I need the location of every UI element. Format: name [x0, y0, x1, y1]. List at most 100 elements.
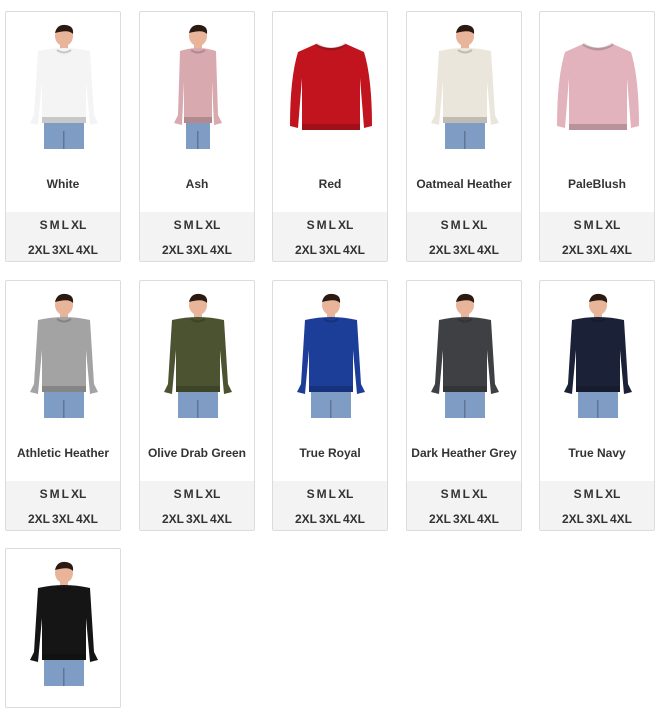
size-option[interactable]: 3XL: [186, 512, 208, 526]
color-name: Oatmeal Heather: [416, 177, 512, 191]
color-name: True Navy: [568, 446, 626, 460]
size-option[interactable]: 2XL: [295, 243, 317, 257]
size-option[interactable]: 2XL: [28, 512, 50, 526]
size-option[interactable]: XL: [71, 218, 86, 232]
size-option[interactable]: L: [196, 487, 203, 501]
size-option[interactable]: 4XL: [477, 512, 499, 526]
size-option[interactable]: 2XL: [162, 243, 184, 257]
size-option[interactable]: 3XL: [453, 512, 475, 526]
size-option[interactable]: 4XL: [477, 243, 499, 257]
size-option[interactable]: M: [50, 218, 60, 232]
product-image[interactable]: [540, 289, 654, 424]
size-option[interactable]: 2XL: [162, 512, 184, 526]
size-option[interactable]: L: [463, 218, 470, 232]
product-card[interactable]: [5, 548, 121, 708]
size-option[interactable]: S: [441, 218, 449, 232]
size-option[interactable]: M: [451, 487, 461, 501]
product-card[interactable]: True Royal S M L XL 2XL 3XL 4XL: [272, 280, 388, 531]
product-card[interactable]: Dark Heather Grey S M L XL 2XL 3XL 4XL: [406, 280, 522, 531]
size-option[interactable]: L: [463, 487, 470, 501]
size-option[interactable]: 3XL: [52, 512, 74, 526]
product-image[interactable]: [140, 289, 254, 424]
size-option[interactable]: 4XL: [210, 512, 232, 526]
size-option[interactable]: 4XL: [76, 243, 98, 257]
size-option[interactable]: L: [596, 487, 603, 501]
product-image[interactable]: [540, 20, 654, 155]
size-option[interactable]: XL: [605, 487, 620, 501]
size-option[interactable]: L: [62, 487, 69, 501]
product-image[interactable]: [273, 289, 387, 424]
size-option[interactable]: S: [441, 487, 449, 501]
size-option[interactable]: S: [307, 487, 315, 501]
size-option[interactable]: XL: [472, 218, 487, 232]
color-name: White: [46, 177, 80, 191]
color-name: Dark Heather Grey: [411, 446, 517, 460]
size-option[interactable]: S: [574, 487, 582, 501]
size-option[interactable]: L: [329, 218, 336, 232]
size-option[interactable]: S: [574, 218, 582, 232]
product-card[interactable]: Red S M L XL 2XL 3XL 4XL: [272, 11, 388, 262]
size-option[interactable]: 3XL: [186, 243, 208, 257]
size-option[interactable]: 4XL: [76, 512, 98, 526]
size-option[interactable]: 4XL: [610, 243, 632, 257]
size-option[interactable]: M: [451, 218, 461, 232]
size-option[interactable]: 3XL: [453, 243, 475, 257]
size-option[interactable]: 2XL: [295, 512, 317, 526]
product-card[interactable]: PaleBlush S M L XL 2XL 3XL 4XL: [539, 11, 655, 262]
size-option[interactable]: L: [62, 218, 69, 232]
size-option[interactable]: S: [307, 218, 315, 232]
size-option[interactable]: 2XL: [562, 512, 584, 526]
size-option[interactable]: M: [584, 487, 594, 501]
product-image[interactable]: [6, 20, 120, 155]
size-option[interactable]: XL: [472, 487, 487, 501]
size-option[interactable]: XL: [205, 487, 220, 501]
size-option[interactable]: M: [317, 218, 327, 232]
size-list: S M L XL 2XL 3XL 4XL: [407, 212, 521, 261]
product-card[interactable]: Oatmeal Heather S M L XL 2XL 3XL 4XL: [406, 11, 522, 262]
product-image[interactable]: [407, 20, 521, 155]
product-image[interactable]: [140, 20, 254, 155]
size-option[interactable]: M: [317, 487, 327, 501]
product-image[interactable]: [273, 20, 387, 155]
size-option[interactable]: M: [584, 218, 594, 232]
product-card[interactable]: Athletic Heather S M L XL 2XL 3XL 4XL: [5, 280, 121, 531]
product-image[interactable]: [6, 557, 120, 692]
size-option[interactable]: 2XL: [28, 243, 50, 257]
size-option[interactable]: XL: [338, 218, 353, 232]
size-option[interactable]: 3XL: [586, 512, 608, 526]
size-option[interactable]: 3XL: [319, 512, 341, 526]
size-option[interactable]: 4XL: [343, 512, 365, 526]
size-option[interactable]: XL: [205, 218, 220, 232]
size-option[interactable]: 2XL: [562, 243, 584, 257]
product-image[interactable]: [6, 289, 120, 424]
size-list: S M L XL 2XL 3XL 4XL: [6, 212, 120, 261]
product-card[interactable]: True Navy S M L XL 2XL 3XL 4XL: [539, 280, 655, 531]
size-option[interactable]: XL: [71, 487, 86, 501]
size-option[interactable]: 3XL: [586, 243, 608, 257]
size-option[interactable]: 2XL: [429, 512, 451, 526]
size-option[interactable]: 3XL: [319, 243, 341, 257]
size-option[interactable]: L: [596, 218, 603, 232]
size-option[interactable]: 2XL: [429, 243, 451, 257]
size-option[interactable]: L: [196, 218, 203, 232]
product-image[interactable]: [407, 289, 521, 424]
product-card[interactable]: White S M L XL 2XL 3XL 4XL: [5, 11, 121, 262]
size-option[interactable]: 4XL: [210, 243, 232, 257]
size-option[interactable]: S: [40, 487, 48, 501]
size-option[interactable]: M: [184, 218, 194, 232]
size-option[interactable]: S: [174, 218, 182, 232]
size-option[interactable]: S: [174, 487, 182, 501]
size-option[interactable]: XL: [605, 218, 620, 232]
size-list: S M L XL 2XL 3XL 4XL: [273, 481, 387, 530]
size-option[interactable]: L: [329, 487, 336, 501]
size-option[interactable]: 3XL: [52, 243, 74, 257]
color-name: PaleBlush: [567, 177, 627, 191]
size-option[interactable]: 4XL: [610, 512, 632, 526]
size-option[interactable]: XL: [338, 487, 353, 501]
product-card[interactable]: Olive Drab Green S M L XL 2XL 3XL 4XL: [139, 280, 255, 531]
size-option[interactable]: 4XL: [343, 243, 365, 257]
size-option[interactable]: M: [50, 487, 60, 501]
product-card[interactable]: Ash S M L XL 2XL 3XL 4XL: [139, 11, 255, 262]
size-option[interactable]: S: [40, 218, 48, 232]
size-option[interactable]: M: [184, 487, 194, 501]
